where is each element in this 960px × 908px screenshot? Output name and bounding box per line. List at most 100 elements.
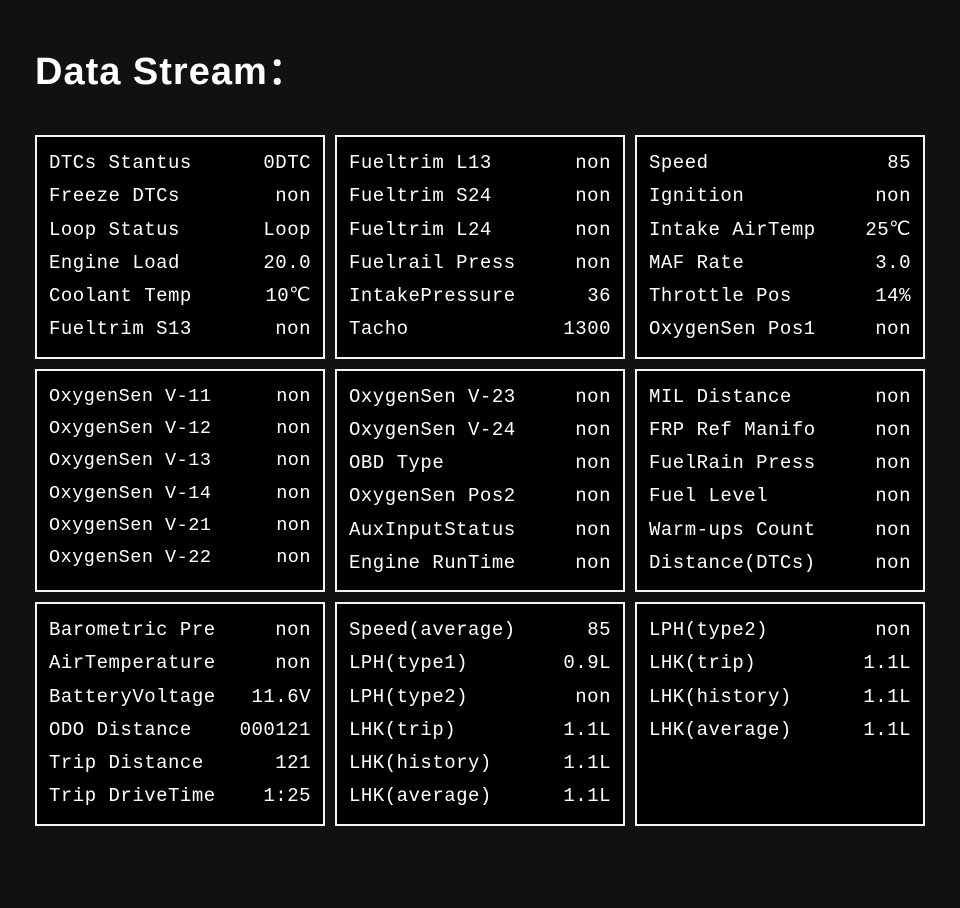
data-row: Trip DriveTime1:25: [49, 780, 311, 813]
param-value: non: [875, 313, 911, 346]
param-value: non: [575, 514, 611, 547]
param-value: 1300: [563, 313, 611, 346]
param-value: non: [275, 614, 311, 647]
data-row: MAF Rate3.0: [649, 247, 911, 280]
param-label: Tacho: [349, 313, 563, 346]
data-row: Engine Load20.0: [49, 247, 311, 280]
data-row: Fueltrim S24non: [349, 180, 611, 213]
param-label: OxygenSen V-11: [49, 381, 276, 413]
param-label: AuxInputStatus: [349, 514, 575, 547]
param-label: OxygenSen V-14: [49, 478, 276, 510]
param-value: 3.0: [875, 247, 911, 280]
panel-3: Speed85 Ignitionnon Intake AirTemp25℃ MA…: [635, 135, 925, 359]
param-value: 85: [587, 614, 611, 647]
param-label: Speed(average): [349, 614, 587, 647]
data-row: LHK(trip)1.1L: [649, 647, 911, 680]
param-value: non: [575, 447, 611, 480]
param-label: Fueltrim L13: [349, 147, 575, 180]
param-label: Speed: [649, 147, 887, 180]
page-title: Data Stream：: [35, 40, 925, 95]
param-label: Warm-ups Count: [649, 514, 875, 547]
data-row: Fuelrail Pressnon: [349, 247, 611, 280]
data-row: OBD Typenon: [349, 447, 611, 480]
data-row: LPH(type2)non: [349, 681, 611, 714]
panel-8: Speed(average)85 LPH(type1)0.9L LPH(type…: [335, 602, 625, 826]
data-row: ODO Distance000121: [49, 714, 311, 747]
panel-2: Fueltrim L13non Fueltrim S24non Fueltrim…: [335, 135, 625, 359]
data-row: Speed(average)85: [349, 614, 611, 647]
param-label: OxygenSen V-23: [349, 381, 575, 414]
param-value: 25℃: [865, 214, 911, 247]
param-label: LHK(history): [649, 681, 863, 714]
param-value: 0DTC: [263, 147, 311, 180]
data-row: Engine RunTimenon: [349, 547, 611, 580]
param-value: 0.9L: [563, 647, 611, 680]
data-row: LHK(trip)1.1L: [349, 714, 611, 747]
param-label: LHK(trip): [649, 647, 863, 680]
param-label: IntakePressure: [349, 280, 587, 313]
param-label: MAF Rate: [649, 247, 875, 280]
data-row: LPH(type1)0.9L: [349, 647, 611, 680]
param-value: non: [276, 413, 311, 445]
param-value: non: [575, 681, 611, 714]
param-value: 1.1L: [563, 780, 611, 813]
param-label: Freeze DTCs: [49, 180, 275, 213]
data-row: OxygenSen V-21non: [49, 510, 311, 542]
data-row: OxygenSen V-24non: [349, 414, 611, 447]
param-label: OxygenSen V-24: [349, 414, 575, 447]
param-value: 36: [587, 280, 611, 313]
param-label: LPH(type2): [349, 681, 575, 714]
param-value: non: [575, 247, 611, 280]
data-row: Fueltrim S13non: [49, 313, 311, 346]
param-value: non: [276, 478, 311, 510]
param-value: non: [575, 147, 611, 180]
param-value: 11.6V: [251, 681, 311, 714]
param-value: non: [875, 414, 911, 447]
param-value: 1.1L: [863, 714, 911, 747]
data-row: OxygenSen Pos1non: [649, 313, 911, 346]
param-label: OxygenSen V-13: [49, 445, 276, 477]
param-label: OxygenSen V-12: [49, 413, 276, 445]
data-row: OxygenSen V-23non: [349, 381, 611, 414]
param-label: Fuel Level: [649, 480, 875, 513]
param-value: non: [275, 647, 311, 680]
param-value: non: [275, 313, 311, 346]
param-value: non: [575, 547, 611, 580]
param-label: BatteryVoltage: [49, 681, 251, 714]
param-value: 1.1L: [863, 647, 911, 680]
data-row: LHK(average)1.1L: [649, 714, 911, 747]
data-row: OxygenSen V-14non: [49, 478, 311, 510]
param-label: Engine Load: [49, 247, 263, 280]
param-label: ODO Distance: [49, 714, 240, 747]
param-label: OxygenSen Pos2: [349, 480, 575, 513]
data-row: OxygenSen V-22non: [49, 542, 311, 574]
data-row: FuelRain Pressnon: [649, 447, 911, 480]
data-row: Distance(DTCs)non: [649, 547, 911, 580]
param-label: Fueltrim S13: [49, 313, 275, 346]
param-label: Distance(DTCs): [649, 547, 875, 580]
param-value: non: [875, 447, 911, 480]
param-label: FuelRain Press: [649, 447, 875, 480]
data-row: Warm-ups Countnon: [649, 514, 911, 547]
param-label: Ignition: [649, 180, 875, 213]
param-label: OBD Type: [349, 447, 575, 480]
param-label: LPH(type1): [349, 647, 563, 680]
param-value: 14%: [875, 280, 911, 313]
param-value: non: [575, 381, 611, 414]
param-value: non: [875, 381, 911, 414]
param-label: Engine RunTime: [349, 547, 575, 580]
param-value: 1.1L: [563, 747, 611, 780]
data-row: FRP Ref Manifonon: [649, 414, 911, 447]
param-value: 000121: [240, 714, 311, 747]
param-label: LHK(average): [649, 714, 863, 747]
data-row: Fuel Levelnon: [649, 480, 911, 513]
param-label: LHK(history): [349, 747, 563, 780]
param-value: non: [875, 514, 911, 547]
param-label: OxygenSen V-22: [49, 542, 276, 574]
data-row: Barometric Prenon: [49, 614, 311, 647]
param-label: Coolant Temp: [49, 280, 265, 313]
param-value: non: [875, 180, 911, 213]
data-row: OxygenSen V-13non: [49, 445, 311, 477]
panel-9: LPH(type2)non LHK(trip)1.1L LHK(history)…: [635, 602, 925, 826]
param-value: non: [276, 445, 311, 477]
